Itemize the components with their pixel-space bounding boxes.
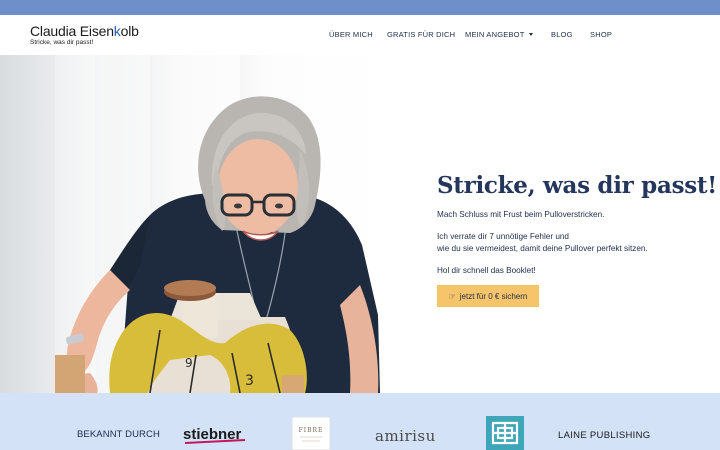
hero-copy: Stricke, was dir passt! Mach Schluss mit…: [437, 172, 717, 277]
press-logo-amirisu[interactable]: amirisu: [375, 425, 443, 447]
chevron-down-icon: [528, 32, 533, 36]
hero-description: Ich verrate dir 7 unnötige Fehler und wie…: [437, 231, 648, 254]
nav-item-blog[interactable]: BLOG: [551, 30, 573, 39]
hero-callout: Hol dir schnell das Booklet!: [437, 265, 536, 275]
fibre-wordmark: FIBRE: [299, 427, 324, 434]
logo-name: Claudia Eisenkolb: [30, 23, 139, 39]
site-logo[interactable]: Claudia Eisenkolb Stricke, was dir passt…: [30, 23, 139, 47]
nav-item-gratis[interactable]: GRATIS FÜR DICH: [387, 30, 455, 39]
hero-section: 8 3 9 Stricke, was dir passt! Mach Schlu…: [0, 55, 720, 393]
press-logo-stiebner[interactable]: stiebner: [183, 424, 249, 444]
nav-item-angebot[interactable]: MEIN ANGEBOT: [465, 30, 533, 39]
amirisu-wordmark: amirisu: [375, 427, 436, 445]
nav-item-angebot-label: MEIN ANGEBOT: [465, 30, 525, 39]
cta-label: jetzt für 0 € sichern: [459, 291, 528, 301]
nav-item-shop[interactable]: SHOP: [590, 30, 612, 39]
hand-point-right-icon: ☞: [448, 291, 456, 301]
booklet-cta-button[interactable]: ☞ jetzt für 0 € sichern: [437, 285, 539, 307]
logo-tagline: Stricke, was dir passt!: [30, 39, 94, 46]
hero-title: Stricke, was dir passt!: [437, 172, 717, 199]
press-logo-laine[interactable]: LAINE PUBLISHING: [558, 430, 650, 441]
press-logos-band: [0, 393, 720, 450]
press-logo-knot-emblem[interactable]: [486, 416, 524, 450]
nav-item-ueber-mich[interactable]: ÜBER MICH: [329, 30, 373, 39]
site-header: Claudia Eisenkolb Stricke, was dir passt…: [0, 15, 720, 55]
press-logo-fibre[interactable]: FIBRE: [292, 417, 330, 450]
hero-subline: Mach Schluss mit Frust beim Pulloverstri…: [437, 210, 605, 219]
top-accent-bar: [0, 0, 720, 15]
press-label: BEKANNT DURCH: [77, 429, 160, 440]
svg-text:9: 9: [185, 356, 193, 370]
svg-text:3: 3: [245, 373, 254, 389]
hero-portrait-image: 8 3 9: [55, 96, 380, 393]
